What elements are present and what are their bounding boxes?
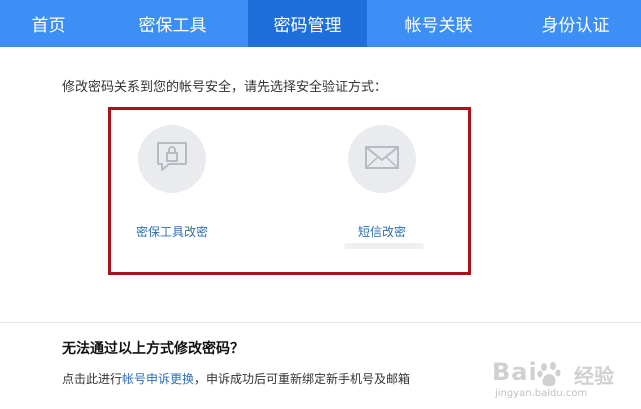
help-text-after: ，申诉成功后可重新绑定新手机号及邮箱 <box>194 372 411 386</box>
lock-chat-icon <box>153 138 191 180</box>
tab-security-tools[interactable]: 密保工具 <box>97 0 248 47</box>
option-security-tool-label[interactable]: 密保工具改密 <box>136 223 208 240</box>
envelope-icon <box>363 138 401 180</box>
section-divider <box>0 322 641 323</box>
help-text: 点击此进行帐号申诉更换，申诉成功后可重新绑定新手机号及邮箱 <box>62 370 410 387</box>
tab-password-management[interactable]: 密码管理 <box>248 0 367 47</box>
baidu-jingyan-watermark: Bai 经验 jingyan.baidu.com <box>492 358 634 402</box>
watermark-url: jingyan.baidu.com <box>495 388 588 399</box>
option-sms[interactable] <box>348 125 416 193</box>
option-security-tool[interactable] <box>138 125 206 193</box>
watermark-brand: Bai <box>492 358 538 386</box>
instruction-text: 修改密码关系到您的帐号安全，请先选择安全验证方式： <box>62 80 388 95</box>
help-text-before: 点击此进行 <box>62 372 123 386</box>
blurred-text <box>344 243 424 249</box>
option-sms-label[interactable]: 短信改密 <box>358 223 406 240</box>
top-nav: 首页 密保工具 密码管理 帐号关联 身份认证 <box>0 0 641 47</box>
account-appeal-link[interactable]: 帐号申诉更换 <box>122 372 194 386</box>
verification-options-highlight: 密保工具改密 短信改密 <box>108 107 471 275</box>
tab-account-linking[interactable]: 帐号关联 <box>367 0 510 47</box>
help-title: 无法通过以上方式修改密码？ <box>62 341 244 357</box>
tab-identity-verification[interactable]: 身份认证 <box>510 0 641 47</box>
watermark-cn: 经验 <box>574 364 614 388</box>
tab-home[interactable]: 首页 <box>0 0 97 47</box>
